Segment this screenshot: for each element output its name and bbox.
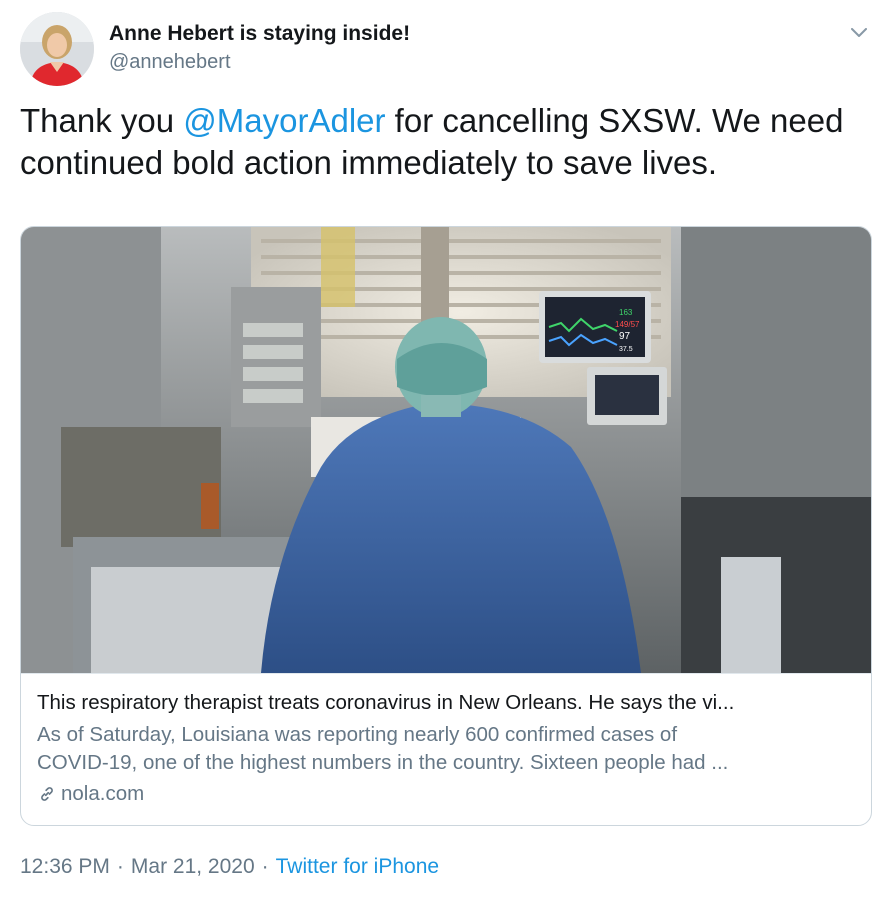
more-options-button[interactable] [846,22,872,44]
monitor-reading: 97 [619,331,631,342]
display-name[interactable]: Anne Hebert is staying inside! [109,22,410,46]
link-card[interactable]: 163 149/57 97 37.5 This respiratory ther… [20,226,872,826]
monitor-reading: 37.5 [619,346,633,353]
tweet-text-start: Thank you [20,102,184,139]
avatar-photo [20,12,94,86]
avatar[interactable] [20,12,94,86]
monitor-reading: 163 [619,308,633,317]
card-title: This respiratory therapist treats corona… [37,691,735,714]
card-image: 163 149/57 97 37.5 [21,227,871,673]
monitor-reading: 149/57 [615,320,640,329]
tweet-time[interactable]: 12:36 PM [20,855,110,879]
card-description-line: As of Saturday, Louisiana was reporting … [37,723,678,746]
card-description: As of Saturday, Louisiana was reporting … [37,721,857,777]
card-domain-text: nola.com [61,782,145,805]
user-handle[interactable]: @annehebert [109,51,231,74]
chevron-down-icon [851,28,867,37]
tweet-meta: 12:36 PM · Mar 21, 2020 · Twitter for iP… [20,855,439,879]
meta-separator: · [261,855,269,878]
tweet-date[interactable]: Mar 21, 2020 [131,855,255,879]
meta-separator: · [116,855,124,878]
card-description-line: COVID-19, one of the highest numbers in … [37,751,729,774]
card-body: This respiratory therapist treats corona… [21,673,871,825]
tweet-source-link[interactable]: Twitter for iPhone [276,855,439,879]
link-icon [41,787,53,801]
mention-link[interactable]: @MayorAdler [183,102,385,139]
card-domain: nola.com [37,781,144,807]
tweet-text: Thank you @MayorAdler for cancelling SXS… [20,100,880,184]
